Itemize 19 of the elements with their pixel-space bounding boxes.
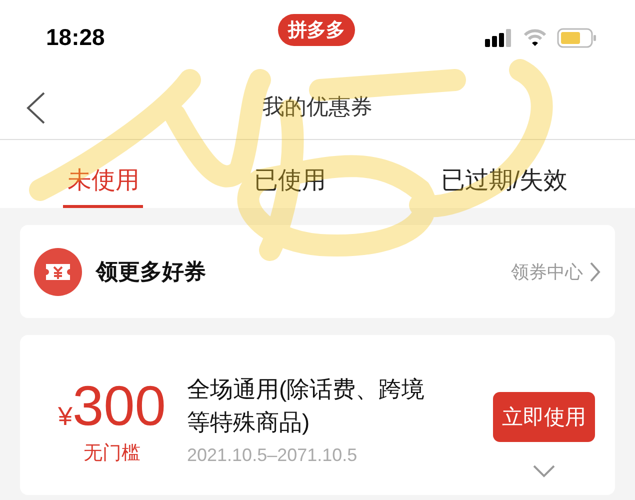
chevron-right-icon	[589, 260, 601, 282]
wifi-icon	[523, 28, 547, 46]
tab[interactable]: 已过期/失效	[436, 140, 572, 208]
coupon-threshold: 无门槛	[84, 442, 140, 466]
use-now-button[interactable]: 立即使用	[493, 392, 595, 442]
page-title: 我的优惠券	[262, 93, 372, 121]
battery-icon	[557, 28, 597, 48]
status-time: 18:28	[46, 24, 105, 51]
coupon-center-link[interactable]: 领券中心	[511, 260, 601, 284]
coupon-icon	[34, 248, 82, 296]
promo-title: 领更多好券	[96, 258, 207, 286]
coupon-description: 全场通用(除话费、跨境等特殊商品)	[187, 375, 426, 437]
currency-symbol: ¥	[58, 401, 73, 432]
app-badge: 拼多多	[278, 14, 355, 46]
chevron-down-icon[interactable]	[532, 464, 556, 478]
coupon-amount: 300	[72, 373, 166, 438]
tab[interactable]: 未使用	[63, 140, 144, 208]
signal-icon	[485, 28, 513, 46]
validity-dates: 2021.10.5–2071.10.5	[187, 445, 358, 466]
